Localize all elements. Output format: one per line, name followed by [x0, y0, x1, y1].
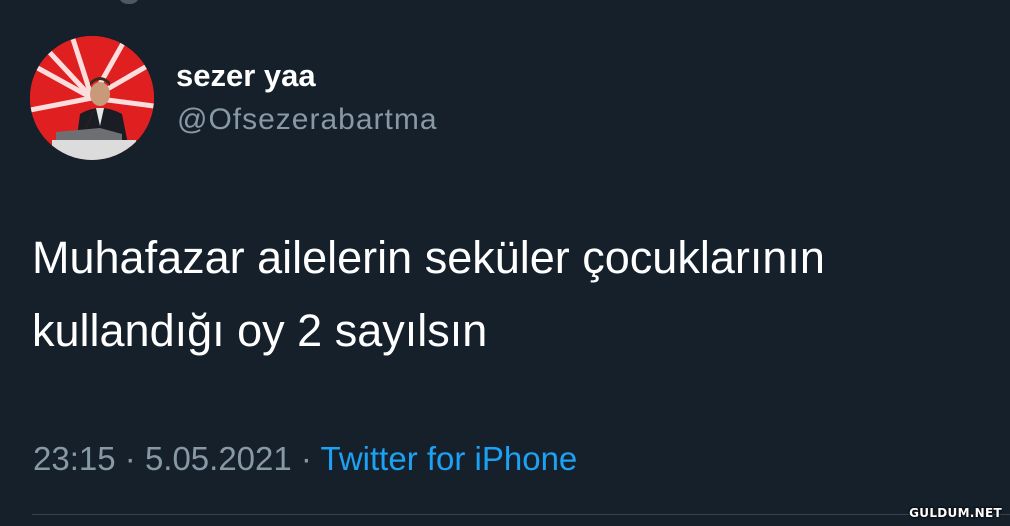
tweet-text: Muhafazar ailelerin seküler çocuklarının…	[32, 221, 992, 367]
avatar[interactable]	[30, 36, 154, 160]
meta-separator: ·	[300, 440, 312, 477]
tweet-card: sezer yaa @Ofsezerabartma Muhafazar aile…	[0, 0, 1010, 526]
divider	[32, 514, 1010, 515]
tweet-time[interactable]: 23:15	[33, 440, 116, 477]
cropped-social-context	[118, 0, 588, 4]
tweet-source-link[interactable]: Twitter for iPhone	[321, 440, 578, 477]
tweet-text-line: Muhafazar ailelerin seküler çocuklarının	[32, 232, 825, 283]
watermark-logo: GULDUM.NET	[909, 506, 1002, 520]
meta-separator: ·	[124, 440, 136, 477]
tweet-text-line: kullandığı oy 2 sayılsın	[32, 305, 488, 356]
tweet-date[interactable]: 5.05.2021	[145, 440, 292, 477]
retweet-icon	[118, 0, 140, 4]
username[interactable]: @Ofsezerabartma	[177, 102, 438, 138]
display-name[interactable]: sezer yaa	[176, 58, 316, 94]
avatar-image	[30, 36, 154, 160]
tweet-meta: 23:15 · 5.05.2021 · Twitter for iPhone	[33, 439, 577, 479]
